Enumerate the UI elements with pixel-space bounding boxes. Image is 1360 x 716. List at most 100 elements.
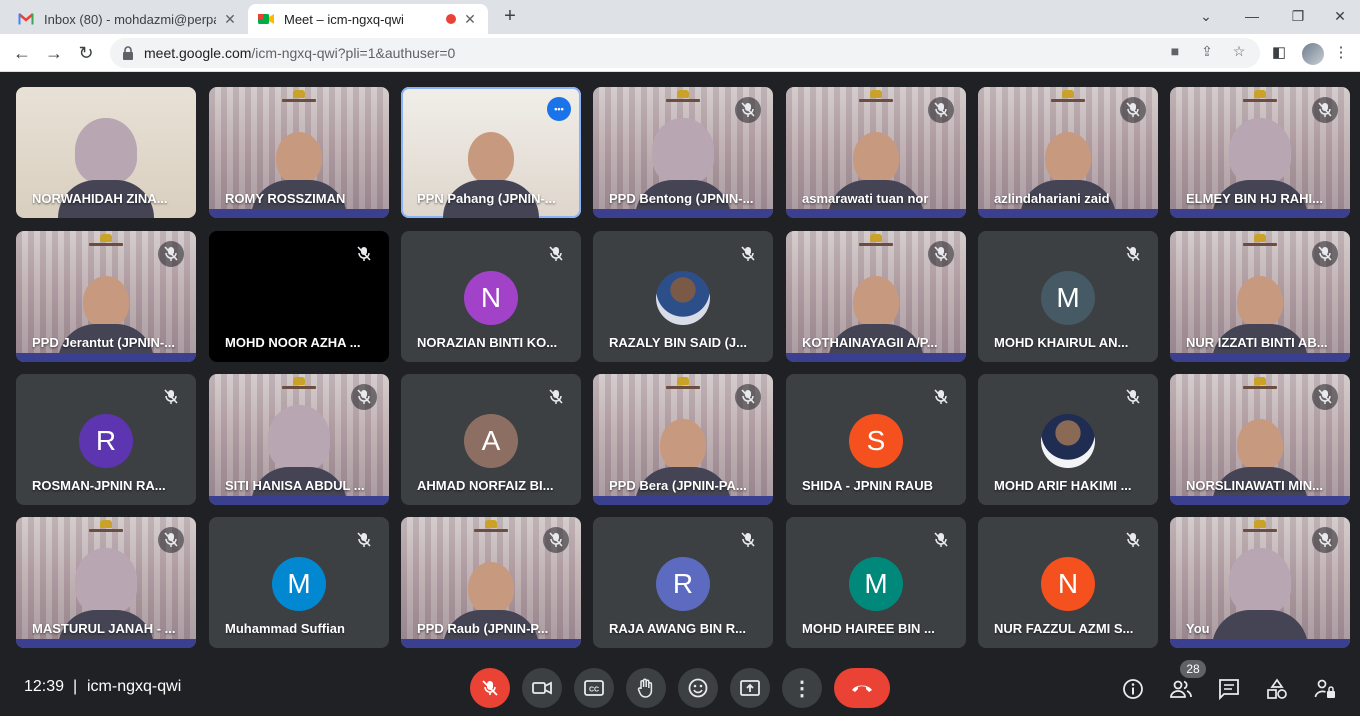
participant-tile[interactable]: R RAJA AWANG BIN R... xyxy=(593,517,773,648)
participant-tile[interactable]: ROMY ROSSZIMAN xyxy=(209,87,389,218)
participant-name: ROSMAN-JPNIN RA... xyxy=(32,478,166,493)
camera-toggle-button[interactable] xyxy=(522,668,562,708)
ministry-crest-icon xyxy=(282,377,316,389)
mic-muted-icon xyxy=(351,241,377,267)
participant-tile[interactable]: PPD Jerantut (JPNIN-... xyxy=(16,231,196,362)
participant-tile[interactable]: azlindahariani zaid xyxy=(978,87,1158,218)
browser-menu-icon[interactable]: ⋮ xyxy=(1330,42,1352,64)
url-path: /icm-ngxq-qwi?pli=1&authuser=0 xyxy=(251,45,456,61)
participant-tile[interactable]: MASTURUL JANAH - ... xyxy=(16,517,196,648)
participant-avatar: R xyxy=(79,414,133,468)
raise-hand-button[interactable] xyxy=(626,668,666,708)
participant-tile[interactable]: A AHMAD NORFAIZ BI... xyxy=(401,374,581,505)
recording-indicator-icon xyxy=(446,14,456,24)
browser-tab-strip: Inbox (80) - mohdazmi@perpadu ✕ Meet – i… xyxy=(0,0,1360,34)
more-vert-icon: ⋮ xyxy=(792,677,812,700)
participant-avatar: A xyxy=(464,414,518,468)
participant-avatar xyxy=(1041,414,1095,468)
participant-tile[interactable]: NUR IZZATI BINTI AB... xyxy=(1170,231,1350,362)
participant-name: SITI HANISA ABDUL ... xyxy=(225,478,365,493)
ministry-crest-icon xyxy=(1243,90,1277,102)
hang-up-icon xyxy=(852,685,872,692)
participant-name: NORSLINAWATI MIN... xyxy=(1186,478,1323,493)
chat-icon xyxy=(1219,679,1239,700)
participant-tile[interactable]: ELMEY BIN HJ RAHI... xyxy=(1170,87,1350,218)
reactions-button[interactable] xyxy=(678,668,718,708)
minimize-button[interactable]: — xyxy=(1242,6,1262,26)
mic-muted-icon xyxy=(158,241,184,267)
mic-muted-icon xyxy=(543,527,569,553)
camera-permission-icon[interactable]: ■ xyxy=(1166,42,1184,60)
participant-tile[interactable]: M MOHD HAIREE BIN ... xyxy=(786,517,966,648)
tile-more-options-icon[interactable]: ••• xyxy=(547,97,571,121)
share-icon[interactable]: ⇪ xyxy=(1198,42,1216,60)
tab-gmail-inbox[interactable]: Inbox (80) - mohdazmi@perpadu ✕ xyxy=(8,4,248,34)
participant-tile[interactable]: MOHD NOOR AZHA ... xyxy=(209,231,389,362)
restore-button[interactable]: ❐ xyxy=(1288,6,1308,26)
current-time: 12:39 xyxy=(24,678,65,695)
participant-name: You xyxy=(1186,621,1210,636)
participant-tile[interactable]: PPD Bentong (JPNIN-... xyxy=(593,87,773,218)
microphone-toggle-button[interactable] xyxy=(470,668,510,708)
mic-muted-icon xyxy=(1312,527,1338,553)
participant-name: ROMY ROSSZIMAN xyxy=(225,191,346,206)
back-button[interactable]: ← xyxy=(10,41,34,65)
participant-name: PPD Bera (JPNIN-PA... xyxy=(609,478,747,493)
participant-tile[interactable]: RAZALY BIN SAID (J... xyxy=(593,231,773,362)
participant-tile[interactable]: N NORAZIAN BINTI KO... xyxy=(401,231,581,362)
meeting-details-button[interactable] xyxy=(1120,676,1146,702)
participant-tile[interactable]: PPD Raub (JPNIN-P... xyxy=(401,517,581,648)
participant-name: NORAZIAN BINTI KO... xyxy=(417,335,558,350)
address-bar[interactable]: meet.google.com/icm-ngxq-qwi?pli=1&authu… xyxy=(110,38,1260,68)
mic-muted-icon xyxy=(928,241,954,267)
mic-muted-icon xyxy=(1312,384,1338,410)
ministry-crest-icon xyxy=(859,90,893,102)
participant-name: PPD Jerantut (JPNIN-... xyxy=(32,335,176,350)
participant-avatar: N xyxy=(464,271,518,325)
participant-tile[interactable]: M Muhammad Suffian xyxy=(209,517,389,648)
captions-button[interactable]: CC xyxy=(574,668,614,708)
profile-avatar[interactable] xyxy=(1302,43,1324,65)
participant-tile[interactable]: ••• PPN Pahang (JPNIN-... xyxy=(401,87,581,218)
participant-avatar: M xyxy=(849,557,903,611)
participant-tile[interactable]: PPD Bera (JPNIN-PA... xyxy=(593,374,773,505)
participant-name: MOHD HAIREE BIN ... xyxy=(802,621,935,636)
new-tab-button[interactable]: + xyxy=(500,6,520,26)
participant-avatar: M xyxy=(1041,271,1095,325)
participant-tile[interactable]: MOHD ARIF HAKIMI ... xyxy=(978,374,1158,505)
tab-search-icon[interactable]: ⌄ xyxy=(1196,6,1216,26)
participant-tile[interactable]: N NUR FAZZUL AZMI S... xyxy=(978,517,1158,648)
participant-name: MOHD NOOR AZHA ... xyxy=(225,335,361,350)
participant-tile[interactable]: SITI HANISA ABDUL ... xyxy=(209,374,389,505)
participant-tile[interactable]: NORWAHIDAH ZINA... xyxy=(16,87,196,218)
tab-google-meet[interactable]: Meet – icm-ngxq-qwi ✕ xyxy=(248,4,488,34)
participant-tile[interactable]: asmarawati tuan nor xyxy=(786,87,966,218)
activities-button[interactable] xyxy=(1264,676,1290,702)
mic-muted-icon xyxy=(351,384,377,410)
leave-call-button[interactable] xyxy=(834,668,890,708)
close-window-button[interactable]: ✕ xyxy=(1330,6,1350,26)
side-panel-icon[interactable]: ◧ xyxy=(1268,42,1290,64)
mic-muted-icon xyxy=(1120,241,1146,267)
host-controls-button[interactable] xyxy=(1312,676,1338,702)
people-button[interactable] xyxy=(1168,676,1194,702)
more-options-button[interactable]: ⋮ xyxy=(782,668,822,708)
participant-tile[interactable]: You xyxy=(1170,517,1350,648)
participant-tile[interactable]: M MOHD KHAIRUL AN... xyxy=(978,231,1158,362)
participant-name: Muhammad Suffian xyxy=(225,621,345,636)
close-tab-icon[interactable]: ✕ xyxy=(222,11,238,27)
present-screen-button[interactable] xyxy=(730,668,770,708)
mic-muted-icon xyxy=(928,527,954,553)
participant-tile[interactable]: S SHIDA - JPNIN RAUB xyxy=(786,374,966,505)
ministry-crest-icon xyxy=(1243,520,1277,532)
bookmark-star-icon[interactable]: ☆ xyxy=(1230,42,1248,60)
reload-button[interactable]: ↻ xyxy=(74,41,98,65)
participant-tile[interactable]: NORSLINAWATI MIN... xyxy=(1170,374,1350,505)
forward-button[interactable]: → xyxy=(42,41,66,65)
participant-tile[interactable]: KOTHAINAYAGII A/P... xyxy=(786,231,966,362)
participant-name: asmarawati tuan nor xyxy=(802,191,929,206)
participant-tile[interactable]: R ROSMAN-JPNIN RA... xyxy=(16,374,196,505)
chat-button[interactable] xyxy=(1216,676,1242,702)
participant-name: KOTHAINAYAGII A/P... xyxy=(802,335,938,350)
close-tab-icon[interactable]: ✕ xyxy=(462,11,478,27)
